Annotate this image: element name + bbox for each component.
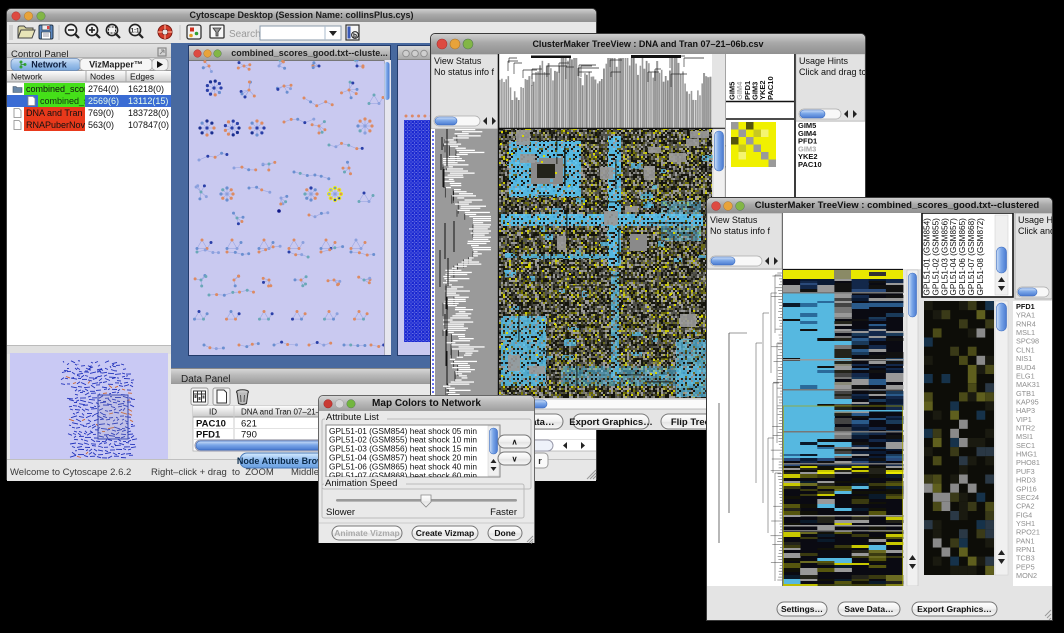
svg-text:View Status: View Status [710, 215, 758, 225]
svg-text:GPL51-07 (GSM868): GPL51-07 (GSM868) [967, 218, 976, 296]
svg-text:CPA2: CPA2 [1016, 502, 1035, 511]
svg-text:PUF3: PUF3 [1016, 467, 1035, 476]
svg-text:Usage Hints: Usage Hints [799, 56, 849, 66]
svg-text:CLN1: CLN1 [1016, 345, 1035, 354]
svg-text:PFD1: PFD1 [1016, 302, 1035, 311]
svg-text:Animation Speed: Animation Speed [325, 478, 397, 489]
svg-text:ELG1: ELG1 [1016, 371, 1035, 380]
svg-text:Settings…: Settings… [781, 604, 823, 614]
svg-text:Done: Done [494, 528, 516, 538]
svg-text:Edges: Edges [130, 72, 154, 82]
svg-text:Attribute List: Attribute List [326, 412, 379, 423]
svg-text:∨: ∨ [512, 454, 518, 463]
svg-text:16218(0): 16218(0) [128, 84, 164, 94]
svg-text:TCB3: TCB3 [1016, 554, 1035, 563]
svg-text:GPL51-03 (GSM856): GPL51-03 (GSM856) [940, 218, 949, 296]
svg-text:107847(0): 107847(0) [128, 120, 169, 130]
svg-text:183728(0): 183728(0) [128, 108, 169, 118]
svg-text:∧: ∧ [512, 437, 518, 446]
svg-text:ID: ID [209, 408, 217, 417]
svg-text:1:1: 1:1 [131, 29, 140, 35]
svg-text:Save Data…: Save Data… [844, 604, 893, 614]
svg-text:Faster: Faster [490, 507, 517, 518]
svg-text:GPL51-01 (GSM854): GPL51-01 (GSM854) [923, 218, 932, 296]
svg-text:MAK31: MAK31 [1016, 380, 1040, 389]
svg-text:PFD1: PFD1 [196, 430, 221, 441]
svg-text:Network: Network [31, 60, 68, 70]
svg-text:2569(6): 2569(6) [88, 96, 119, 106]
svg-text:KAP95: KAP95 [1016, 398, 1039, 407]
svg-text:GPL51-02 (GSM855): GPL51-02 (GSM855) [931, 218, 940, 296]
svg-text:No status info f: No status info f [710, 226, 771, 236]
svg-text:GPL51-04 (GSM857): GPL51-04 (GSM857) [949, 218, 958, 296]
svg-text:NIS1: NIS1 [1016, 354, 1032, 363]
svg-text:SEC1: SEC1 [1016, 441, 1035, 450]
svg-text:YRA1: YRA1 [1016, 311, 1035, 320]
svg-text:PHO81: PHO81 [1016, 458, 1040, 467]
svg-text:Node Attribute Brows: Node Attribute Brows [237, 456, 329, 466]
svg-text:DNA and Tran 07: DNA and Tran 07 [26, 108, 95, 118]
svg-text:Export Graphics…: Export Graphics… [569, 417, 652, 428]
svg-text:No status info f: No status info f [434, 67, 495, 77]
svg-text:Usage Hi: Usage Hi [1018, 215, 1052, 225]
svg-text:PAC10: PAC10 [766, 76, 775, 100]
svg-text:563(0): 563(0) [88, 120, 114, 130]
svg-text:VIP1: VIP1 [1016, 415, 1032, 424]
svg-text:Search:: Search: [229, 29, 263, 40]
svg-text:PEP5: PEP5 [1016, 562, 1035, 571]
svg-text:RPO21: RPO21 [1016, 528, 1040, 537]
svg-text:Slower: Slower [326, 507, 355, 518]
svg-text:GPI16: GPI16 [1016, 484, 1037, 493]
svg-text:790: 790 [241, 430, 257, 441]
svg-text:MSI1: MSI1 [1016, 432, 1033, 441]
svg-text:PAC10: PAC10 [798, 160, 822, 169]
svg-text:621: 621 [241, 419, 257, 430]
svg-text:NTR2: NTR2 [1016, 424, 1035, 433]
svg-text:Animate Vizmap: Animate Vizmap [334, 528, 400, 538]
svg-text:GPL51-08 (GSM872): GPL51-08 (GSM872) [976, 218, 985, 296]
svg-text:r: r [538, 456, 542, 466]
svg-text:Export Graphics…: Export Graphics… [917, 604, 992, 614]
svg-text:GPL51-06 (GSM865): GPL51-06 (GSM865) [958, 218, 967, 296]
svg-text:Click and drag tc: Click and drag tc [799, 67, 865, 77]
svg-text:MON2: MON2 [1016, 571, 1037, 580]
svg-text:GTB1: GTB1 [1016, 389, 1035, 398]
svg-text:VizMapper™: VizMapper™ [89, 60, 143, 70]
svg-text:Nodes: Nodes [90, 72, 115, 82]
svg-text:RPN1: RPN1 [1016, 545, 1035, 554]
svg-text:PAC10: PAC10 [196, 419, 226, 430]
svg-text:YSH1: YSH1 [1016, 519, 1035, 528]
svg-text:b: b [353, 32, 357, 39]
svg-text:SPC98: SPC98 [1016, 337, 1039, 346]
svg-text:Network: Network [11, 72, 43, 82]
svg-text:MSL1: MSL1 [1016, 328, 1035, 337]
svg-text:HRD3: HRD3 [1016, 476, 1036, 485]
svg-text:13112(15): 13112(15) [128, 96, 168, 106]
svg-text:View Status: View Status [434, 56, 482, 66]
svg-text:Create Vizmap: Create Vizmap [416, 528, 474, 538]
svg-text:Click and: Click and [1018, 226, 1052, 236]
svg-text:769(0): 769(0) [88, 108, 114, 118]
svg-text:FIG4: FIG4 [1016, 510, 1032, 519]
svg-text:2764(0): 2764(0) [88, 84, 119, 94]
